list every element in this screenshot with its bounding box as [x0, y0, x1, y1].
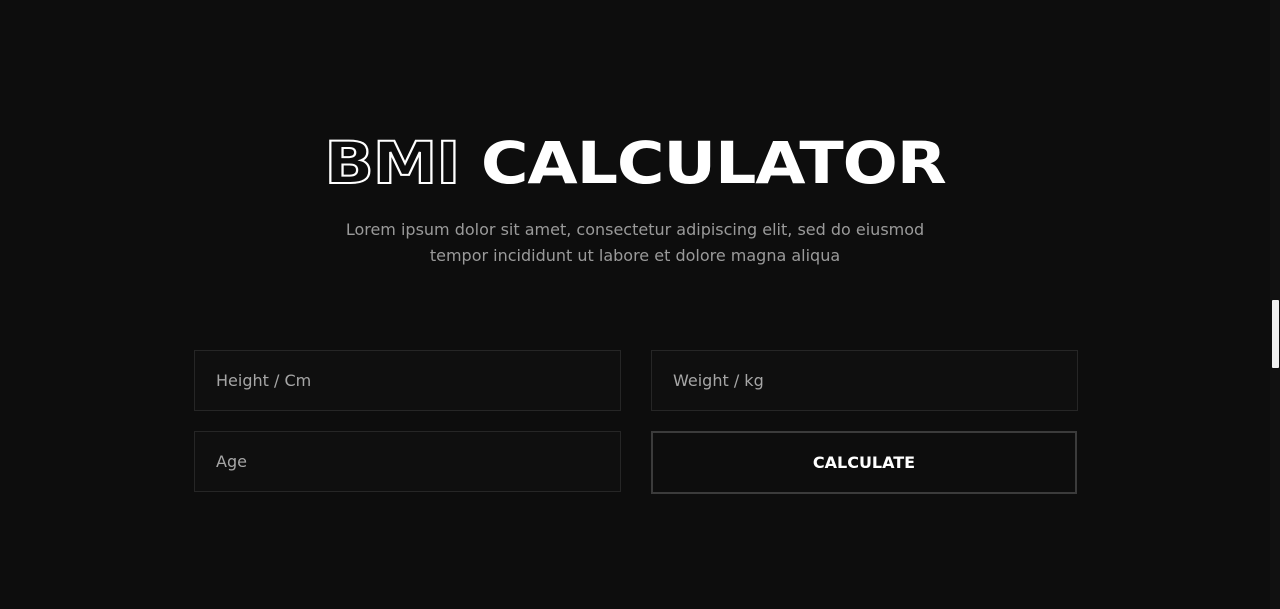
- scrollbar-thumb[interactable]: [1272, 300, 1279, 368]
- page: BMI CALCULATOR Lorem ipsum dolor sit ame…: [0, 0, 1280, 609]
- weight-input[interactable]: [652, 351, 1077, 410]
- age-field: [194, 431, 621, 492]
- title-outline-text: BMI: [323, 128, 461, 198]
- weight-field: [651, 350, 1078, 411]
- age-input[interactable]: [195, 432, 620, 491]
- height-input[interactable]: [195, 351, 620, 410]
- title-solid-text: CALCULATOR: [480, 129, 947, 197]
- scrollbar-track[interactable]: [1270, 0, 1280, 609]
- calculate-button[interactable]: CALCULATE: [651, 431, 1077, 494]
- page-description: Lorem ipsum dolor sit amet, consectetur …: [345, 220, 925, 265]
- height-field: [194, 350, 621, 411]
- page-title: BMI CALCULATOR: [0, 128, 1280, 198]
